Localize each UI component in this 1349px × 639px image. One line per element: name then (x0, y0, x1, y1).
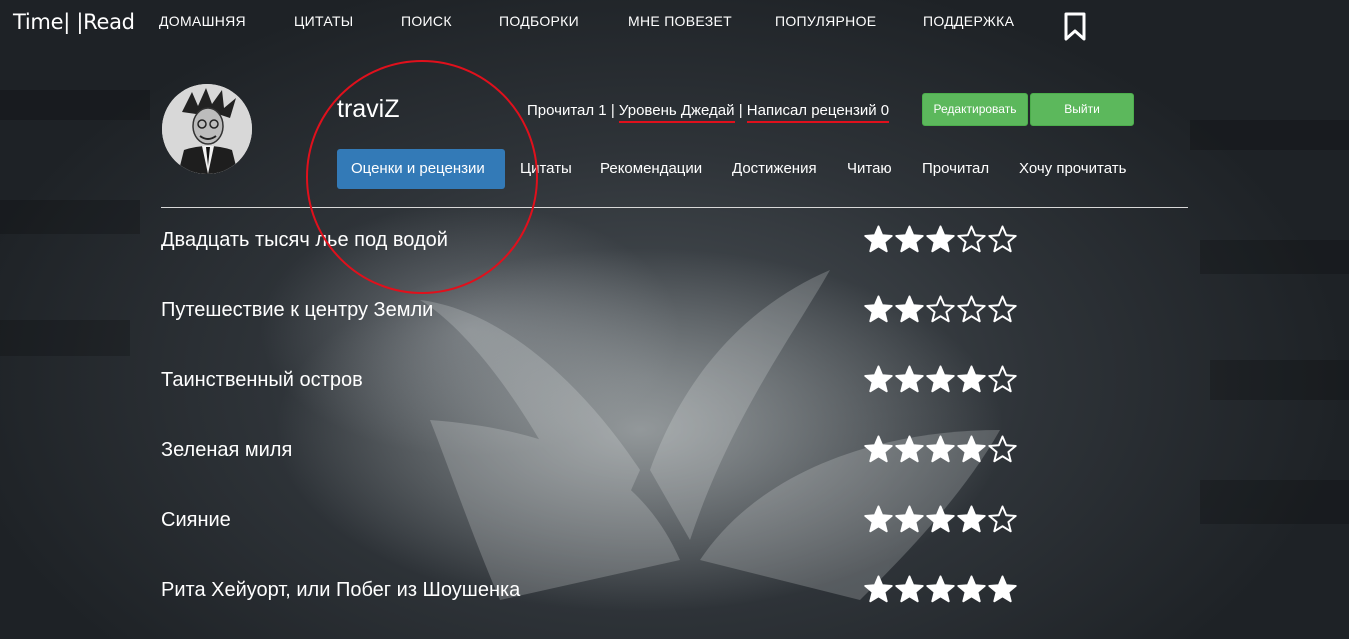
stat-separator: | (610, 102, 615, 119)
rating-row[interactable]: Двадцать тысяч лье под водой (161, 225, 1021, 269)
content-divider (161, 207, 1188, 208)
star-filled-icon[interactable] (894, 435, 925, 463)
star-filled-icon[interactable] (956, 575, 987, 603)
nav-item-search[interactable]: ПОИСК (401, 13, 452, 29)
star-filled-icon[interactable] (956, 435, 987, 463)
top-navbar: Time| |Read ДОМАШНЯЯ ЦИТАТЫ ПОИСК ПОДБОР… (0, 0, 1349, 44)
tab-want-to-read[interactable]: Хочу прочитать (1019, 149, 1126, 189)
edit-profile-button[interactable]: Редактировать (922, 93, 1028, 126)
stat-separator: | (738, 102, 743, 119)
tab-read[interactable]: Прочитал (922, 149, 989, 189)
star-rating[interactable] (863, 435, 1018, 465)
nav-item-home[interactable]: ДОМАШНЯЯ (159, 13, 246, 29)
rating-row[interactable]: Сияние (161, 505, 1021, 549)
avatar[interactable] (162, 84, 252, 174)
star-filled-icon[interactable] (956, 365, 987, 393)
stat-reviews-count: Написал рецензий 0 (746, 102, 890, 123)
user-avatar-icon (162, 84, 252, 174)
star-rating[interactable] (863, 505, 1018, 535)
tab-reading[interactable]: Читаю (847, 149, 892, 189)
profile-username: traviZ (337, 95, 400, 123)
star-filled-icon[interactable] (863, 575, 894, 603)
logout-button[interactable]: Выйти (1030, 93, 1134, 126)
star-filled-icon[interactable] (863, 505, 894, 533)
star-rating[interactable] (863, 575, 1018, 605)
rating-row[interactable]: Зеленая миля (161, 435, 1021, 479)
star-rating[interactable] (863, 225, 1018, 255)
star-filled-icon[interactable] (894, 575, 925, 603)
star-filled-icon[interactable] (987, 575, 1018, 603)
star-filled-icon[interactable] (863, 295, 894, 323)
star-filled-icon[interactable] (894, 225, 925, 253)
star-filled-icon[interactable] (925, 225, 956, 253)
star-filled-icon[interactable] (894, 505, 925, 533)
book-title[interactable]: Сияние (161, 509, 231, 532)
star-empty-icon[interactable] (987, 435, 1018, 463)
stat-read-count: Прочитал 1 (527, 102, 607, 119)
star-filled-icon[interactable] (925, 505, 956, 533)
tab-quotes[interactable]: Цитаты (520, 149, 572, 189)
book-title[interactable]: Путешествие к центру Земли (161, 299, 433, 322)
star-rating[interactable] (863, 365, 1018, 395)
rating-row[interactable]: Путешествие к центру Земли (161, 295, 1021, 339)
nav-item-collections[interactable]: ПОДБОРКИ (499, 13, 579, 29)
star-empty-icon[interactable] (987, 505, 1018, 533)
star-empty-icon[interactable] (987, 225, 1018, 253)
tab-recommendations[interactable]: Рекомендации (600, 149, 702, 189)
star-empty-icon[interactable] (956, 295, 987, 323)
book-title[interactable]: Двадцать тысяч лье под водой (161, 229, 448, 252)
nav-item-popular[interactable]: ПОПУЛЯРНОЕ (775, 13, 876, 29)
star-empty-icon[interactable] (987, 295, 1018, 323)
star-empty-icon[interactable] (956, 225, 987, 253)
tab-achievements[interactable]: Достижения (732, 149, 817, 189)
star-filled-icon[interactable] (894, 365, 925, 393)
book-title[interactable]: Зеленая миля (161, 439, 292, 462)
tab-ratings-reviews[interactable]: Оценки и рецензии (337, 149, 505, 189)
book-title[interactable]: Таинственный остров (161, 369, 363, 392)
stat-level: Уровень Джедай (618, 102, 735, 123)
bookmark-icon[interactable] (1063, 12, 1087, 42)
star-filled-icon[interactable] (863, 435, 894, 463)
rating-row[interactable]: Рита Хейуорт, или Побег из Шоушенка (161, 575, 1021, 619)
star-empty-icon[interactable] (987, 365, 1018, 393)
star-filled-icon[interactable] (925, 365, 956, 393)
book-title[interactable]: Рита Хейуорт, или Побег из Шоушенка (161, 579, 520, 602)
star-empty-icon[interactable] (925, 295, 956, 323)
star-rating[interactable] (863, 295, 1018, 325)
star-filled-icon[interactable] (925, 575, 956, 603)
star-filled-icon[interactable] (863, 365, 894, 393)
star-filled-icon[interactable] (863, 225, 894, 253)
nav-item-quotes[interactable]: ЦИТАТЫ (294, 13, 354, 29)
brand-logo[interactable]: Time| |Read (13, 10, 135, 34)
rating-row[interactable]: Таинственный остров (161, 365, 1021, 409)
nav-item-support[interactable]: ПОДДЕРЖКА (923, 13, 1014, 29)
star-filled-icon[interactable] (956, 505, 987, 533)
star-filled-icon[interactable] (925, 435, 956, 463)
nav-item-lucky[interactable]: МНЕ ПОВЕЗЕТ (628, 13, 732, 29)
profile-stats: Прочитал 1 | Уровень Джедай | Написал ре… (527, 102, 890, 123)
star-filled-icon[interactable] (894, 295, 925, 323)
